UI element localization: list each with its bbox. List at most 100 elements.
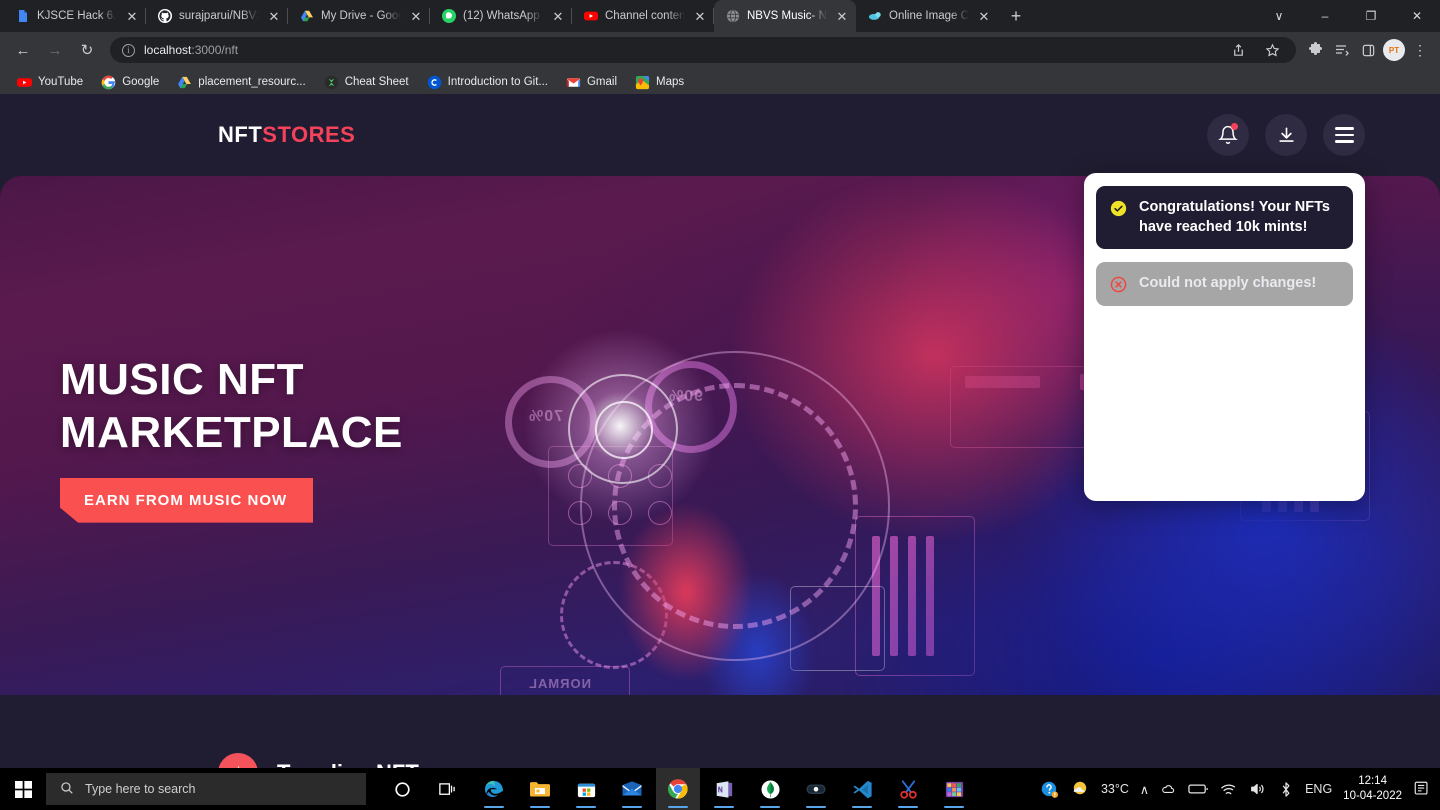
toast-message: Congratulations! Your NFTs have reached … (1139, 199, 1330, 235)
toast-success[interactable]: Congratulations! Your NFTs have reached … (1096, 186, 1353, 250)
bookmark-maps[interactable]: Maps (628, 72, 691, 93)
browser-tab[interactable]: (12) WhatsApp ✕ (430, 0, 572, 32)
bookmark-label: Gmail (586, 76, 618, 88)
youtube-icon (583, 9, 598, 24)
help-circle-icon[interactable] (1040, 780, 1059, 799)
extensions-puzzle-icon[interactable] (1304, 38, 1328, 62)
tab-search-chevron-icon[interactable]: ∨ (1256, 0, 1302, 32)
winrar-icon[interactable] (932, 768, 976, 810)
notification-center-icon[interactable] (1413, 780, 1431, 798)
browser-tab[interactable]: Online Image Compre ✕ (856, 0, 998, 32)
tab-title: (12) WhatsApp (463, 10, 540, 22)
bookmark-star-icon[interactable] (1260, 38, 1284, 62)
bookmark-placement-resources[interactable]: placement_resourc... (170, 72, 312, 93)
trending-nft-section: Trending NFT (0, 695, 1440, 768)
bookmark-label: Introduction to Git... (447, 76, 548, 88)
edge-icon[interactable] (472, 768, 516, 810)
onedrive-icon[interactable] (1160, 781, 1177, 798)
site-header: NFTSTORES (0, 94, 1440, 176)
header-actions (1207, 114, 1365, 156)
taskbar-clock[interactable]: 12:14 10-04-2022 (1343, 774, 1402, 804)
download-button[interactable] (1265, 114, 1307, 156)
media-player-icon[interactable] (794, 768, 838, 810)
back-button[interactable]: ← (8, 35, 38, 65)
tab-close-icon[interactable]: ✕ (124, 8, 140, 24)
browser-tab[interactable]: surajparui/NBVS ✕ (146, 0, 288, 32)
bookmark-cheat-sheet[interactable]: Cheat Sheet (317, 72, 416, 93)
browser-tab[interactable]: KJSCE Hack 6.0: Dashb ✕ (4, 0, 146, 32)
tab-title: surajparui/NBVS (179, 10, 259, 22)
hamburger-icon (1334, 127, 1354, 143)
language-indicator[interactable]: ENG (1305, 782, 1332, 796)
browser-tab[interactable]: My Drive - Google Dri ✕ (288, 0, 430, 32)
chrome-menu-icon[interactable]: ⋮ (1408, 38, 1432, 62)
reload-button[interactable]: ↻ (72, 35, 102, 65)
google-maps-icon (635, 75, 650, 90)
browser-tab-active[interactable]: NBVS Music- NFTs ✕ (714, 0, 856, 32)
bookmarks-bar: YouTube Google placement_resourc... Chea… (0, 68, 1440, 96)
snipping-tool-icon[interactable] (886, 768, 930, 810)
new-tab-button[interactable]: + (1002, 2, 1030, 30)
logo-part-nft: NFT (218, 122, 263, 147)
gmail-icon (566, 75, 581, 90)
address-bar[interactable]: i localhost:3000/nft (110, 37, 1296, 63)
tab-title: KJSCE Hack 6.0: Dashb (37, 10, 117, 22)
minimize-button[interactable]: – (1302, 0, 1348, 32)
bluetooth-icon[interactable] (1278, 781, 1294, 798)
tab-close-icon[interactable]: ✕ (408, 8, 424, 24)
browser-tab[interactable]: Channel content - You ✕ (572, 0, 714, 32)
cortana-circle-icon[interactable] (380, 768, 424, 810)
site-logo[interactable]: NFTSTORES (218, 122, 355, 148)
tab-close-icon[interactable]: ✕ (976, 8, 992, 24)
bookmark-google[interactable]: Google (94, 72, 166, 93)
browser-toolbar: ← → ↻ i localhost:3000/nft PT ⋮ (0, 32, 1440, 68)
forward-button[interactable]: → (40, 35, 70, 65)
task-view-icon[interactable] (426, 768, 470, 810)
toast-error[interactable]: Could not apply changes! (1096, 262, 1353, 306)
maximize-button[interactable]: ❐ (1348, 0, 1394, 32)
side-panel-icon[interactable] (1356, 38, 1380, 62)
notification-badge-dot (1231, 123, 1238, 130)
menu-button[interactable] (1323, 114, 1365, 156)
share-icon[interactable] (1226, 38, 1250, 62)
window-controls: ∨ – ❐ ✕ (1256, 0, 1440, 32)
bookmark-gmail[interactable]: Gmail (559, 72, 624, 93)
earn-from-music-now-button[interactable]: EARN FROM MUSIC NOW (60, 478, 313, 523)
onenote-icon[interactable] (702, 768, 746, 810)
bookmark-youtube[interactable]: YouTube (10, 72, 90, 93)
tab-close-icon[interactable]: ✕ (266, 8, 282, 24)
chrome-icon[interactable] (656, 768, 700, 810)
wifi-icon[interactable] (1220, 782, 1238, 797)
windows-start-icon[interactable] (0, 768, 46, 810)
vscode-icon[interactable] (840, 768, 884, 810)
tab-title: My Drive - Google Dri (321, 10, 401, 22)
taskbar-search-box[interactable]: Type here to search (46, 773, 366, 805)
battery-icon[interactable] (1188, 782, 1209, 796)
google-drive-icon (177, 75, 192, 90)
bookmark-introduction-to-git[interactable]: Introduction to Git... (420, 72, 555, 93)
hero-title-line2: MARKETPLACE (60, 407, 403, 457)
file-explorer-icon[interactable] (518, 768, 562, 810)
tray-overflow-chevron-icon[interactable]: ∧ (1140, 782, 1149, 797)
weather-sun-cloud-icon[interactable] (1070, 779, 1090, 799)
tab-close-icon[interactable]: ✕ (550, 8, 566, 24)
page-viewport: NFTSTORES 70% 90% (0, 94, 1440, 768)
close-window-button[interactable]: ✕ (1394, 0, 1440, 32)
whatsapp-icon (441, 9, 456, 24)
notifications-button[interactable] (1207, 114, 1249, 156)
mail-icon[interactable] (610, 768, 654, 810)
temperature-label: 33°C (1100, 782, 1129, 796)
bookmark-label: Cheat Sheet (344, 76, 409, 88)
clock-date: 10-04-2022 (1343, 790, 1402, 802)
profile-avatar[interactable]: PT (1382, 38, 1406, 62)
reading-list-icon[interactable] (1330, 38, 1354, 62)
tab-title: Channel content - You (605, 10, 685, 22)
tab-close-icon[interactable]: ✕ (834, 8, 850, 24)
volume-icon[interactable] (1249, 781, 1267, 797)
mongodb-icon[interactable] (748, 768, 792, 810)
check-circle-icon (1110, 200, 1127, 217)
info-circle-icon[interactable]: i (122, 43, 135, 57)
tab-close-icon[interactable]: ✕ (692, 8, 708, 24)
microsoft-store-icon[interactable] (564, 768, 608, 810)
omnibox-actions (1226, 38, 1284, 62)
